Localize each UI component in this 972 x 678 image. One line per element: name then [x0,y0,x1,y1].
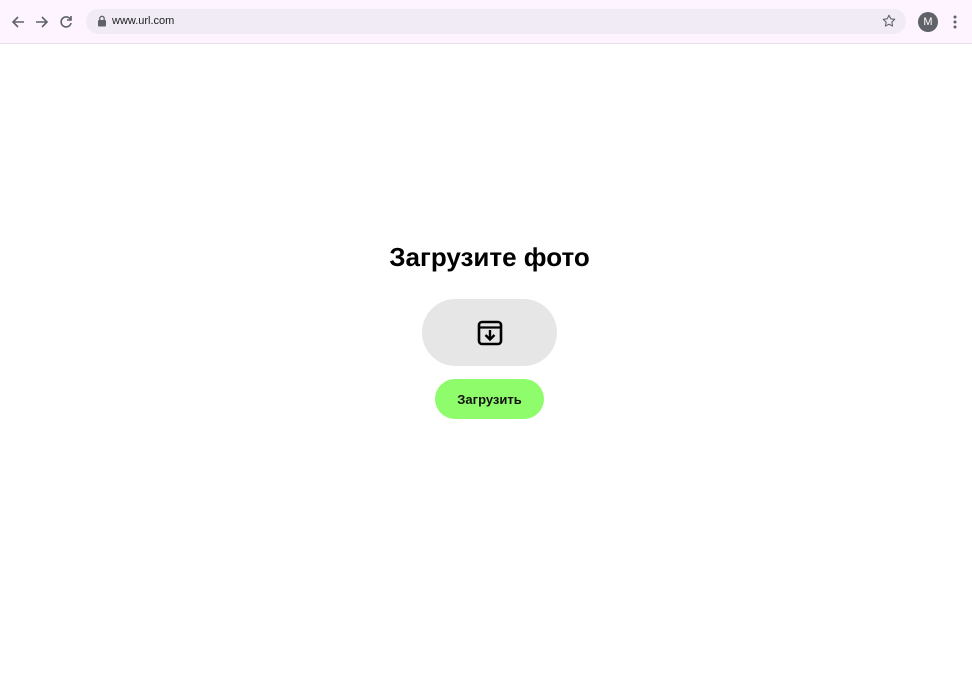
avatar-letter: M [923,16,933,28]
star-icon[interactable] [882,14,896,28]
reload-button[interactable] [55,11,77,33]
kebab-menu-icon[interactable] [948,13,962,31]
upload-button[interactable]: Загрузить [435,379,544,419]
forward-button[interactable] [31,11,53,33]
lock-icon [98,15,106,27]
url-text: www.url.com [112,15,175,27]
profile-avatar[interactable]: M [918,12,938,32]
browser-toolbar: www.url.com M [0,0,972,44]
page-title: Загрузите фото [389,242,590,272]
archive-download-icon [477,320,502,345]
photo-drop-zone[interactable] [422,299,557,366]
arrow-left-icon [11,16,24,28]
reload-icon [60,16,72,28]
back-button[interactable] [7,11,29,33]
address-bar[interactable]: www.url.com [86,9,906,34]
arrow-right-icon [36,16,49,28]
